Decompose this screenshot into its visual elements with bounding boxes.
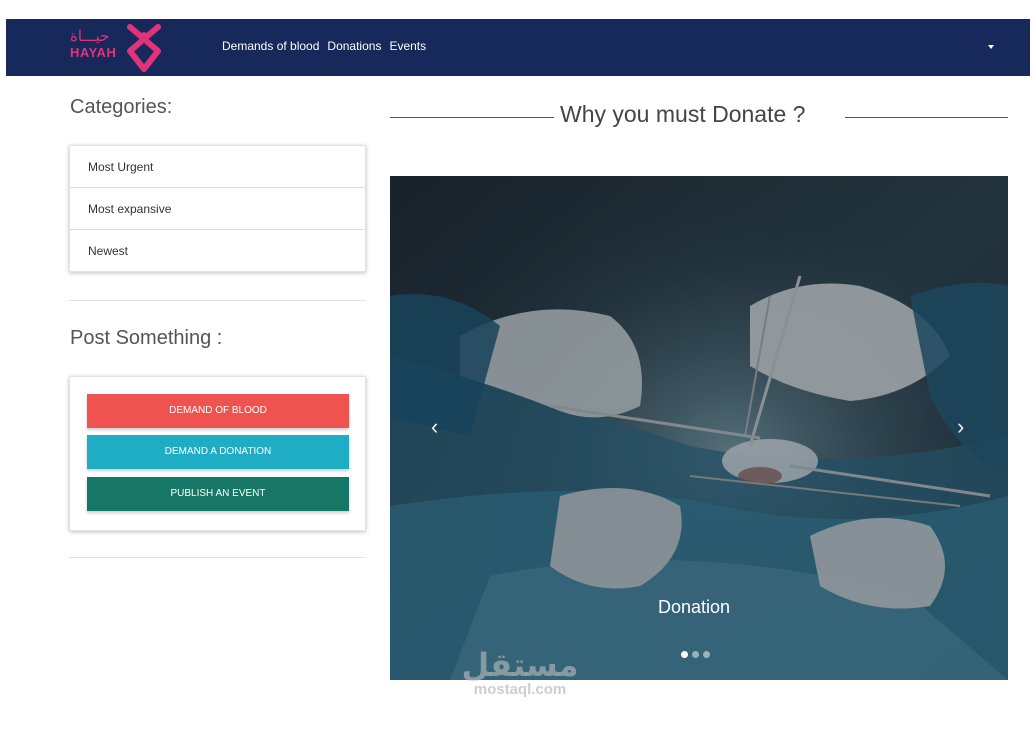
nav-link-events[interactable]: Events <box>389 39 426 53</box>
brand-arabic-name: حيـــاة <box>70 27 110 45</box>
carousel-indicator-3[interactable] <box>703 651 710 658</box>
nav-link-donations[interactable]: Donations <box>327 39 381 53</box>
carousel-indicator-1[interactable] <box>681 651 688 658</box>
watermark-arabic: مستقل <box>461 646 579 684</box>
why-donate-heading: Why you must Donate ? <box>560 101 806 127</box>
demand-of-blood-button[interactable]: DEMAND OF BLOOD <box>87 394 349 428</box>
brand-mark-icon <box>127 24 161 72</box>
mostaql-watermark: مستقل mostaql.com <box>454 645 586 698</box>
carousel-indicator-2[interactable] <box>692 651 699 658</box>
category-newest[interactable]: Newest <box>70 230 365 272</box>
brand-logo[interactable]: حيـــاة HAYAH <box>66 19 166 76</box>
carousel-indicators <box>681 651 714 658</box>
heading-rule-left <box>390 117 554 118</box>
chevron-right-icon[interactable]: › <box>957 414 964 440</box>
nav-link-demands-of-blood[interactable]: Demands of blood <box>222 39 319 53</box>
nav-links: Demands of blood Donations Events <box>222 39 434 53</box>
chevron-left-icon[interactable]: ‹ <box>431 414 438 440</box>
category-most-urgent[interactable]: Most Urgent <box>70 146 365 188</box>
sidebar-divider <box>69 300 366 301</box>
categories-list: Most Urgent Most expansive Newest <box>69 145 366 272</box>
post-something-title: Post Something : <box>70 327 223 349</box>
categories-title: Categories: <box>70 96 173 118</box>
category-most-expansive[interactable]: Most expansive <box>70 188 365 230</box>
heading-rule-right <box>845 117 1008 118</box>
carousel-caption: Donation <box>658 597 731 617</box>
post-actions-card: DEMAND OF BLOOD DEMAND A DONATION PUBLIS… <box>69 376 366 531</box>
demand-a-donation-button[interactable]: DEMAND A DONATION <box>87 435 349 469</box>
watermark-english: mostaql.com <box>473 681 567 698</box>
publish-an-event-button[interactable]: PUBLISH AN EVENT <box>87 477 349 511</box>
top-navbar: حيـــاة HAYAH Demands of blood Donations… <box>6 19 1030 76</box>
caret-down-icon[interactable] <box>988 45 994 49</box>
sidebar-divider-bottom <box>69 557 366 558</box>
brand-english-name: HAYAH <box>70 45 117 60</box>
